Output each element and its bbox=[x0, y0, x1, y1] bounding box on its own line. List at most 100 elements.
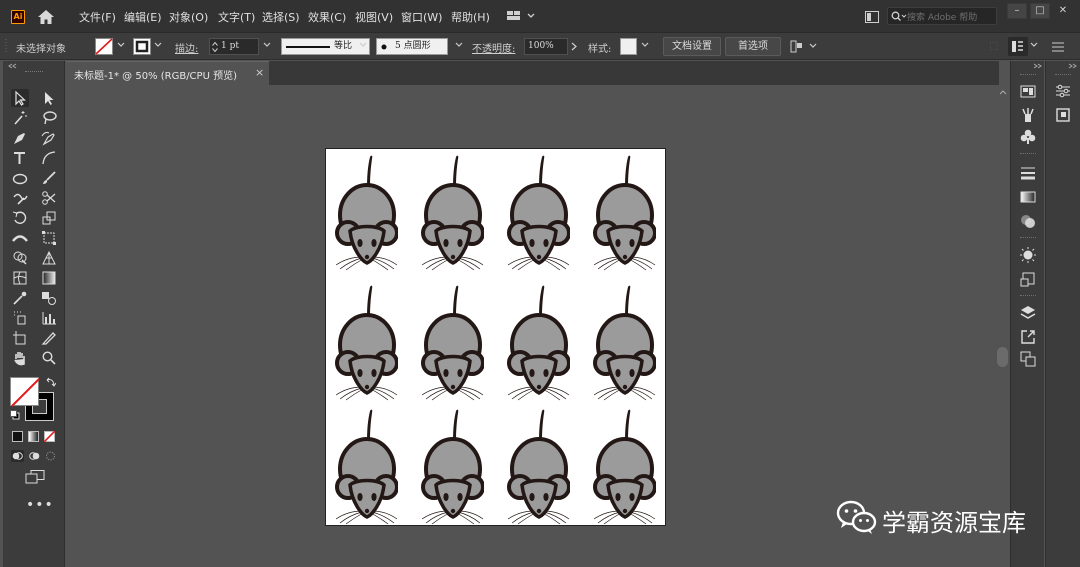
stroke-label[interactable]: 描边: bbox=[175, 40, 198, 55]
gradient-tool[interactable] bbox=[40, 269, 58, 287]
magic-wand-tool[interactable] bbox=[11, 109, 29, 127]
mouse-artwork[interactable] bbox=[420, 407, 485, 525]
opacity-field[interactable]: 100% bbox=[524, 38, 568, 55]
mouse-artwork[interactable] bbox=[334, 407, 399, 525]
dock2-expand-icon[interactable] bbox=[1068, 63, 1078, 69]
maximize-button[interactable]: □ bbox=[1030, 3, 1050, 19]
transparency-panel-button[interactable] bbox=[1019, 212, 1037, 230]
mouse-artwork[interactable] bbox=[420, 153, 485, 271]
menu-item[interactable]: 视图(V) bbox=[355, 9, 393, 25]
menu-item[interactable]: 效果(C) bbox=[308, 9, 346, 25]
zoom-tool[interactable] bbox=[40, 349, 58, 367]
stroke-dropdown-chevron-icon[interactable] bbox=[154, 41, 162, 49]
draw-normal-button[interactable] bbox=[11, 450, 24, 462]
ellipse-tool[interactable] bbox=[11, 169, 29, 187]
toolbox-collapse-icon[interactable] bbox=[8, 63, 18, 69]
artboard-tool[interactable] bbox=[11, 329, 29, 347]
stroke-panel-button[interactable] bbox=[1019, 164, 1037, 182]
draw-behind-icon[interactable] bbox=[28, 450, 41, 462]
artboards-panel-button[interactable] bbox=[1019, 350, 1037, 368]
fill-color-front[interactable] bbox=[10, 377, 40, 407]
stroke-weight-field[interactable]: 1 pt bbox=[209, 38, 259, 55]
layers-panel-button[interactable] bbox=[1019, 304, 1037, 322]
close-tab-button[interactable]: × bbox=[255, 66, 264, 79]
stroke-weight-chevron-icon[interactable] bbox=[263, 41, 271, 49]
shaper-tool[interactable] bbox=[11, 189, 29, 207]
opacity-arrow-icon[interactable] bbox=[571, 42, 577, 51]
search-input[interactable]: 搜索 Adobe 帮助 bbox=[887, 7, 997, 25]
scale-tool[interactable] bbox=[40, 209, 58, 227]
mouse-artwork[interactable] bbox=[592, 407, 657, 525]
fill-swatch-none-icon[interactable] bbox=[95, 38, 113, 55]
graphic-styles-panel-button[interactable] bbox=[1019, 270, 1037, 288]
menu-item[interactable]: 文字(T) bbox=[218, 9, 255, 25]
screen-mode-icon[interactable] bbox=[25, 470, 45, 484]
column-graph-tool[interactable] bbox=[40, 309, 58, 327]
menu-item[interactable]: 选择(S) bbox=[262, 9, 300, 25]
menu-item[interactable]: 帮助(H) bbox=[451, 9, 490, 25]
graphic-style-swatch[interactable] bbox=[620, 38, 637, 55]
menu-item[interactable]: 文件(F) bbox=[79, 9, 116, 25]
pen-tool[interactable] bbox=[11, 129, 29, 147]
blend-tool[interactable] bbox=[40, 289, 58, 307]
scroll-up-arrow-icon[interactable] bbox=[999, 89, 1007, 95]
preferences-button[interactable]: 首选项 bbox=[725, 37, 781, 56]
swap-fill-stroke-icon[interactable] bbox=[46, 377, 56, 387]
color-mode-gradient[interactable] bbox=[28, 431, 39, 442]
mesh-tool[interactable] bbox=[11, 269, 29, 287]
style-chevron-icon[interactable] bbox=[641, 41, 649, 49]
scrollbar-thumb[interactable] bbox=[997, 347, 1008, 367]
properties-chevron-icon[interactable] bbox=[1030, 41, 1038, 49]
draw-inside-icon[interactable] bbox=[44, 450, 57, 462]
direct-selection-tool[interactable] bbox=[40, 89, 58, 107]
brush-dropdown[interactable]: 5 点圆形 bbox=[376, 38, 448, 55]
stroke-profile-dropdown[interactable]: 等比 bbox=[281, 38, 370, 55]
brush-chevron-icon[interactable] bbox=[455, 41, 463, 49]
gradient-panel-button[interactable] bbox=[1019, 188, 1037, 206]
document-setup-button[interactable]: 文档设置 bbox=[663, 37, 721, 56]
curvature-tool[interactable] bbox=[40, 129, 58, 147]
mouse-artwork[interactable] bbox=[334, 153, 399, 271]
opacity-label[interactable]: 不透明度: bbox=[472, 40, 515, 55]
appearance-panel-button[interactable] bbox=[1019, 246, 1037, 264]
width-tool[interactable] bbox=[11, 229, 29, 247]
color-mode-color[interactable] bbox=[12, 431, 23, 442]
color-mode-none[interactable] bbox=[44, 431, 55, 442]
arrange-documents-icon[interactable] bbox=[865, 11, 879, 23]
layers-comp-panel-button[interactable] bbox=[1054, 106, 1072, 124]
tab-document[interactable]: 未标题-1* @ 50% (RGB/CPU 预览) × bbox=[66, 61, 269, 85]
symbols-panel-button[interactable] bbox=[1019, 128, 1037, 146]
symbol-sprayer-tool[interactable] bbox=[11, 309, 29, 327]
workspace-switcher-icon[interactable] bbox=[507, 10, 537, 22]
brushes-panel-button[interactable] bbox=[1019, 106, 1037, 124]
panel-menu-icon[interactable] bbox=[1052, 42, 1064, 52]
type-tool[interactable] bbox=[11, 149, 29, 167]
stroke-profile-chevron-icon[interactable] bbox=[359, 41, 367, 49]
menu-item[interactable]: 窗口(W) bbox=[401, 9, 442, 25]
dock-expand-icon[interactable] bbox=[1033, 63, 1043, 69]
arrange-icon[interactable] bbox=[790, 40, 818, 53]
mouse-artwork[interactable] bbox=[592, 153, 657, 271]
lasso-tool[interactable] bbox=[40, 109, 58, 127]
eyedropper-tool[interactable] bbox=[11, 289, 29, 307]
fill-dropdown-chevron-icon[interactable] bbox=[117, 41, 125, 49]
close-window-button[interactable]: ✕ bbox=[1053, 3, 1073, 19]
mouse-artwork[interactable] bbox=[420, 283, 485, 401]
line-segment-tool[interactable] bbox=[40, 149, 58, 167]
home-icon[interactable] bbox=[37, 9, 55, 25]
edit-toolbar-button[interactable]: ••• bbox=[26, 497, 54, 513]
mouse-artwork[interactable] bbox=[506, 153, 571, 271]
properties-toggle-button[interactable] bbox=[1008, 37, 1028, 56]
selection-tool[interactable] bbox=[11, 89, 29, 107]
vertical-scrollbar[interactable] bbox=[996, 85, 1010, 567]
free-transform-tool[interactable] bbox=[40, 229, 58, 247]
rotate-tool[interactable] bbox=[11, 209, 29, 227]
menu-item[interactable]: 编辑(E) bbox=[124, 9, 162, 25]
hand-tool[interactable] bbox=[11, 349, 29, 367]
minimize-button[interactable]: – bbox=[1007, 3, 1027, 19]
mouse-artwork[interactable] bbox=[506, 407, 571, 525]
paintbrush-tool[interactable] bbox=[40, 169, 58, 187]
shape-builder-tool[interactable] bbox=[11, 249, 29, 267]
stroke-swatch-icon[interactable] bbox=[133, 38, 151, 55]
properties-panel-button[interactable] bbox=[1054, 82, 1072, 100]
